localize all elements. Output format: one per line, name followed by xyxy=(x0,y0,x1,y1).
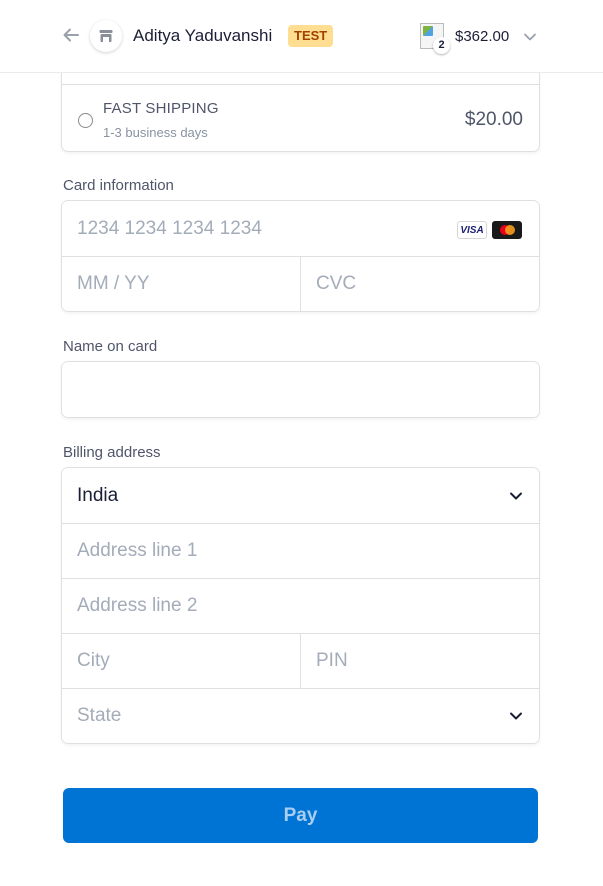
checkout-header: Aditya Yaduvanshi TEST 2 $362.00 xyxy=(0,0,603,73)
pin-input[interactable]: PIN xyxy=(301,634,539,688)
country-select[interactable]: India xyxy=(62,468,539,523)
name-on-card-group xyxy=(62,362,539,417)
chevron-down-icon xyxy=(507,707,525,725)
broken-image-icon xyxy=(423,26,433,36)
chevron-down-icon xyxy=(507,487,525,505)
fast-shipping-radio[interactable] xyxy=(78,113,93,128)
card-information-label: Card information xyxy=(63,177,174,194)
name-on-card-label: Name on card xyxy=(63,338,158,355)
card-information-group: 1234 1234 1234 1234 VISA MM / YY CVC xyxy=(62,201,539,311)
store-icon xyxy=(90,20,122,52)
name-on-card-input[interactable] xyxy=(62,362,539,417)
city-input[interactable]: City xyxy=(62,634,300,688)
shipping-option-description: 1-3 business days xyxy=(103,125,208,140)
visa-icon: VISA xyxy=(457,221,487,239)
mastercard-icon xyxy=(492,221,522,239)
cart-count-badge: 2 xyxy=(433,37,450,54)
shipping-option-price: $20.00 xyxy=(464,109,523,130)
cvc-input[interactable]: CVC xyxy=(301,257,539,311)
pay-button[interactable]: Pay xyxy=(63,788,538,843)
order-summary-toggle[interactable] xyxy=(521,28,539,46)
shipping-divider xyxy=(62,84,539,85)
billing-address-label: Billing address xyxy=(63,444,161,461)
order-total[interactable]: $362.00 xyxy=(455,28,509,45)
state-select[interactable]: State xyxy=(62,689,539,743)
test-mode-badge: TEST xyxy=(288,25,334,47)
billing-address-group: India Address line 1 Address line 2 City… xyxy=(62,468,539,743)
merchant-name: Aditya Yaduvanshi xyxy=(133,26,273,45)
arrow-left-icon xyxy=(63,28,79,42)
expiry-input[interactable]: MM / YY xyxy=(62,257,300,311)
back-button[interactable] xyxy=(60,24,82,46)
address-line-2-input[interactable]: Address line 2 xyxy=(62,579,539,633)
shipping-option-name[interactable]: FAST SHIPPING xyxy=(103,100,219,117)
chevron-down-icon xyxy=(524,33,536,41)
address-line-1-input[interactable]: Address line 1 xyxy=(62,524,539,578)
